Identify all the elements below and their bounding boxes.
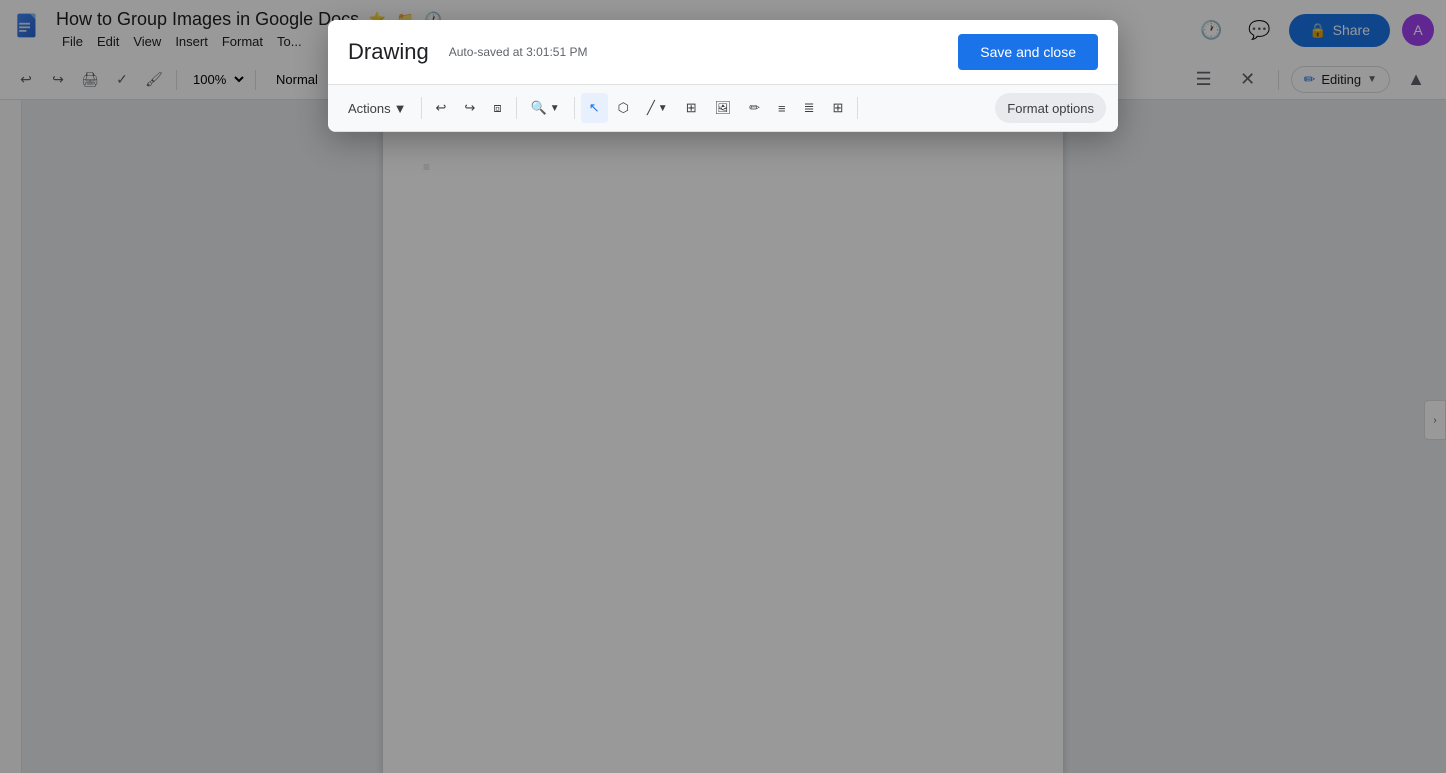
arrange-button[interactable]: ⧈ <box>485 93 509 123</box>
actions-button[interactable]: Actions ▼ <box>340 93 415 123</box>
modal-title: Drawing <box>348 39 429 65</box>
drawing-toolbar: Actions ▼ ↩ ↪ ⧈ 🔍 ▼ ↖ ⬡ ╱ ▼ ⊞ 🖼 ✏ ≡ ≣ ⊞ … <box>328 85 1118 132</box>
more-options-button[interactable]: ⊞ <box>825 93 852 123</box>
save-close-button[interactable]: Save and close <box>958 34 1098 70</box>
text-align-button[interactable]: ≡ <box>770 93 794 123</box>
shape-tool-button[interactable]: ⬡ <box>610 93 637 123</box>
select-tool-button[interactable]: ↖ <box>581 93 608 123</box>
toolbar-divider-actions <box>421 97 422 119</box>
zoom-draw-button[interactable]: 🔍 ▼ <box>523 93 568 123</box>
undo-draw-button[interactable]: ↩ <box>428 93 455 123</box>
toolbar-divider-2 <box>574 97 575 119</box>
actions-label: Actions <box>348 101 391 116</box>
modal-autosave: Auto-saved at 3:01:51 PM <box>449 45 588 59</box>
toolbar-divider-3 <box>857 97 858 119</box>
line-tool-button[interactable]: ╱ ▼ <box>639 93 676 123</box>
image-tool-button[interactable]: 🖼 <box>707 93 740 123</box>
pen-tool-button[interactable]: ✏ <box>741 93 768 123</box>
text-format-button[interactable]: ≣ <box>796 93 823 123</box>
modal-overlay: Drawing Auto-saved at 3:01:51 PM Save an… <box>0 0 1446 773</box>
table-tool-button[interactable]: ⊞ <box>678 93 705 123</box>
toolbar-divider-1 <box>516 97 517 119</box>
modal-header: Drawing Auto-saved at 3:01:51 PM Save an… <box>328 20 1118 85</box>
actions-chevron-icon: ▼ <box>394 101 407 116</box>
drawing-modal: Drawing Auto-saved at 3:01:51 PM Save an… <box>328 20 1118 132</box>
redo-draw-button[interactable]: ↪ <box>456 93 483 123</box>
format-options-button[interactable]: Format options <box>995 93 1106 123</box>
modal-header-center: Auto-saved at 3:01:51 PM <box>429 45 959 59</box>
